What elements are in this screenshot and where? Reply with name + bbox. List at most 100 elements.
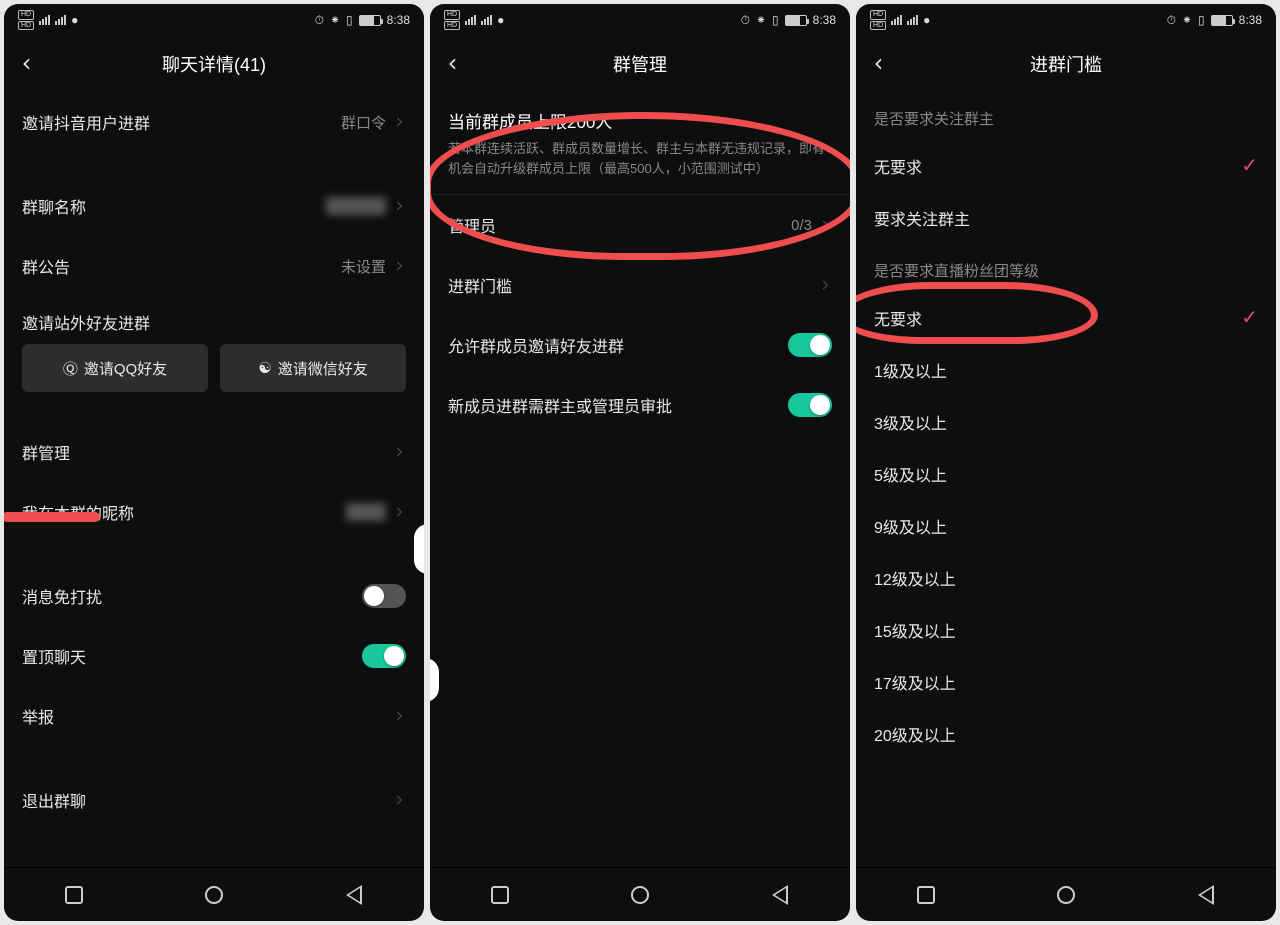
- label: 15级及以上: [874, 618, 956, 642]
- signal-icon: [481, 15, 492, 25]
- label: 1级及以上: [874, 358, 947, 382]
- label: 17级及以上: [874, 670, 956, 694]
- nav-home[interactable]: [620, 875, 660, 915]
- invite-qq-button[interactable]: Ⓠ 邀请QQ好友: [22, 344, 208, 392]
- chevron-right-icon: [392, 793, 406, 807]
- opt-level-6[interactable]: 15级及以上: [856, 604, 1276, 656]
- content: 是否要求关注群主 无要求 ✓ 要求关注群主 是否要求直播粉丝团等级 无要求✓1级…: [856, 92, 1276, 867]
- opt-level-5[interactable]: 12级及以上: [856, 552, 1276, 604]
- back-button[interactable]: [442, 53, 464, 75]
- label: 置顶聊天: [22, 644, 86, 668]
- signal-icon: [907, 15, 918, 25]
- opt-level-7[interactable]: 17级及以上: [856, 656, 1276, 708]
- label: 退出群聊: [22, 788, 86, 812]
- bluetooth-icon: ⁕: [1182, 13, 1192, 27]
- vibrate-icon: ▯: [1198, 13, 1205, 27]
- label: 12级及以上: [874, 566, 956, 590]
- row-announcement[interactable]: 群公告 未设置: [4, 236, 424, 296]
- row-invite-douyin[interactable]: 邀请抖音用户进群 群口令: [4, 92, 424, 152]
- checkmark-icon: ✓: [1241, 153, 1258, 178]
- clock-text: 8:38: [387, 13, 410, 27]
- checkmark-icon: ✓: [1241, 305, 1258, 330]
- wechat-icon: ●: [923, 13, 930, 27]
- back-button[interactable]: [16, 53, 38, 75]
- label: 无要求: [874, 306, 922, 330]
- row-my-nick[interactable]: 我在本群的昵称: [4, 482, 424, 542]
- chevron-right-icon: [818, 278, 832, 292]
- chevron-right-icon: [392, 709, 406, 723]
- row-report[interactable]: 举报: [4, 686, 424, 746]
- chevron-right-icon: [818, 218, 832, 232]
- label: 新成员进群需群主或管理员审批: [448, 393, 672, 417]
- clock-text: 8:38: [1239, 13, 1262, 27]
- content: 邀请抖音用户进群 群口令 群聊名称 群公告 未设置 邀请站外好友进群 Ⓠ: [4, 92, 424, 867]
- signal-icon: [891, 15, 902, 25]
- label: 要求关注群主: [874, 206, 970, 230]
- row-dnd: 消息免打扰: [4, 566, 424, 626]
- label: 群管理: [22, 440, 70, 464]
- opt-level-2[interactable]: 3级及以上: [856, 396, 1276, 448]
- nav-home[interactable]: [1046, 875, 1086, 915]
- alarm-icon: ⏱: [1167, 13, 1176, 28]
- opt-level-1[interactable]: 1级及以上: [856, 344, 1276, 396]
- label: 3级及以上: [874, 410, 947, 434]
- opt-level-4[interactable]: 9级及以上: [856, 500, 1276, 552]
- value: 群口令: [341, 112, 386, 133]
- chevron-right-icon: [392, 505, 406, 519]
- member-limit-block: 当前群成员上限200人 若本群连续活跃、群成员数量增长、群主与本群无违规记录，即…: [430, 92, 850, 194]
- phone-group-manage: HDHD ● ⏱ ⁕ ▯ 8:38 群管理 当前群成员上限200人 若本群连续活…: [430, 4, 850, 921]
- chevron-right-icon: [392, 445, 406, 459]
- battery-icon: [1211, 15, 1233, 26]
- row-threshold[interactable]: 进群门槛: [430, 255, 850, 315]
- nav-back[interactable]: [760, 875, 800, 915]
- row-pin: 置顶聊天: [4, 626, 424, 686]
- limit-desc: 若本群连续活跃、群成员数量增长、群主与本群无违规记录，即有机会自动升级群成员上限…: [448, 139, 832, 178]
- header: 聊天详情(41): [4, 36, 424, 92]
- nav-recents[interactable]: [906, 875, 946, 915]
- alarm-icon: ⏱: [315, 13, 324, 28]
- qq-icon: Ⓠ: [63, 358, 78, 379]
- row-manage[interactable]: 群管理: [4, 422, 424, 482]
- opt-level-3[interactable]: 5级及以上: [856, 448, 1276, 500]
- status-bar: HDHD ● ⏱ ⁕ ▯ 8:38: [430, 4, 850, 36]
- label: 20级及以上: [874, 722, 956, 746]
- nav-back[interactable]: [1186, 875, 1226, 915]
- wechat-icon: ●: [497, 13, 504, 27]
- group-name-value-blur: [326, 197, 386, 215]
- invite-external-label: 邀请站外好友进群: [4, 296, 424, 344]
- battery-icon: [359, 15, 381, 26]
- pin-toggle[interactable]: [362, 644, 406, 668]
- nav-recents[interactable]: [480, 875, 520, 915]
- invite-wechat-button[interactable]: ☯ 邀请微信好友: [220, 344, 406, 392]
- nav-back[interactable]: [334, 875, 374, 915]
- row-group-name[interactable]: 群聊名称: [4, 176, 424, 236]
- allow-invite-toggle[interactable]: [788, 333, 832, 357]
- status-bar: HDHD ● ⏱ ⁕ ▯ 8:38: [856, 4, 1276, 36]
- opt-follow-owner[interactable]: 要求关注群主: [856, 192, 1276, 244]
- q-follow-heading: 是否要求关注群主: [856, 92, 1276, 139]
- opt-level-0[interactable]: 无要求 ✓: [856, 291, 1276, 344]
- android-navbar: [4, 867, 424, 921]
- value: 未设置: [341, 256, 386, 277]
- row-leave[interactable]: 退出群聊: [4, 770, 424, 830]
- vibrate-icon: ▯: [772, 13, 779, 27]
- chevron-right-icon: [392, 259, 406, 273]
- opt-no-requirement[interactable]: 无要求 ✓: [856, 139, 1276, 192]
- nav-home[interactable]: [194, 875, 234, 915]
- clock-text: 8:38: [813, 13, 836, 27]
- signal-icon: [39, 15, 50, 25]
- dnd-toggle[interactable]: [362, 584, 406, 608]
- android-navbar: [856, 867, 1276, 921]
- label: 无要求: [874, 154, 922, 178]
- nav-recents[interactable]: [54, 875, 94, 915]
- opt-level-8[interactable]: 20级及以上: [856, 708, 1276, 760]
- label: 群聊名称: [22, 194, 86, 218]
- approval-toggle[interactable]: [788, 393, 832, 417]
- row-admins[interactable]: 管理员 0/3: [430, 195, 850, 255]
- page-title: 群管理: [613, 51, 667, 77]
- back-button[interactable]: [868, 53, 890, 75]
- header: 群管理: [430, 36, 850, 92]
- value: 0/3: [791, 217, 812, 234]
- battery-icon: [785, 15, 807, 26]
- page-title: 进群门槛: [1030, 51, 1102, 77]
